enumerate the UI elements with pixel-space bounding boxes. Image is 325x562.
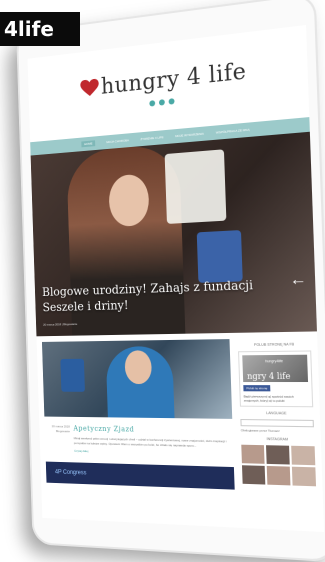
facebook-widget: hungry4life ngry 4 life Polub tę stronę … bbox=[238, 350, 313, 407]
instagram-photo[interactable] bbox=[241, 445, 264, 464]
translate-note: Obsługiwane przez Tłumacz bbox=[241, 428, 314, 433]
nav-item-wspolpraca[interactable]: WSPÓŁPRACA ZE MNĄ bbox=[216, 128, 250, 135]
congress-banner[interactable]: 4P Congress bbox=[46, 462, 235, 490]
instagram-photo[interactable] bbox=[267, 466, 291, 485]
post-photo-pump bbox=[60, 359, 85, 392]
fb-friends-text: Bądź pierwszym(-ą) spośród swoich znajom… bbox=[244, 394, 309, 403]
tablet-mockup: hungry 4 life HOME MOJA CHOROBA ŻYWIENIE… bbox=[16, 0, 325, 562]
heart-icon bbox=[81, 78, 100, 97]
fb-widget-title: POLUB STRONĘ NA FB bbox=[238, 342, 311, 347]
hero-photo-pump bbox=[197, 230, 243, 283]
fb-page-name[interactable]: hungry4life bbox=[265, 359, 283, 363]
instagram-widget-title: INSTAGRAM bbox=[241, 436, 314, 442]
hero-slider[interactable]: Blogowe urodziny! Zahajs z fundacji Sesz… bbox=[31, 132, 317, 337]
nav-item-zywienie[interactable]: ŻYWIENIE 4 LIFE bbox=[140, 135, 163, 141]
hero-meta: 20 marca 2018 | Blogowanie bbox=[43, 322, 77, 327]
post-category[interactable]: Blogowanie bbox=[45, 429, 70, 434]
website-screen: hungry 4 life HOME MOJA CHOROBA ŻYWIENIE… bbox=[27, 25, 324, 532]
post-photo-face bbox=[124, 350, 152, 384]
fb-like-button[interactable]: Polub tę stronę bbox=[243, 385, 270, 391]
nav-item-moja-choroba[interactable]: MOJA CHOROBA bbox=[106, 138, 129, 144]
corner-brand-tag: 4life bbox=[0, 12, 80, 46]
facebook-icon[interactable] bbox=[149, 100, 155, 107]
read-more-link[interactable]: Czytaj dalej bbox=[74, 449, 233, 457]
instagram-photo[interactable] bbox=[266, 445, 290, 464]
post-date-block: 20 marca 2018 Blogowanie bbox=[45, 424, 71, 452]
content-area: 20 marca 2018 Blogowanie Apetyczny Zjazd… bbox=[36, 331, 322, 492]
sidebar: POLUB STRONĘ NA FB hungry4life ngry 4 li… bbox=[238, 338, 317, 493]
instagram-photo[interactable] bbox=[292, 467, 316, 487]
nav-item-home[interactable]: HOME bbox=[81, 140, 95, 147]
language-select[interactable] bbox=[240, 419, 314, 427]
main-column: 20 marca 2018 Blogowanie Apetyczny Zjazd… bbox=[42, 339, 235, 490]
post-title[interactable]: Apetyczny Zjazd bbox=[73, 425, 233, 436]
post-excerpt: Minął weekend pełen emocji i ekscytujący… bbox=[74, 436, 234, 449]
social-links bbox=[149, 98, 174, 106]
fb-cover-image[interactable]: hungry4life ngry 4 life bbox=[242, 355, 308, 382]
site-logo[interactable]: hungry 4 life bbox=[80, 58, 246, 101]
nav-item-wydarzenia[interactable]: MOJE WYDARZENIA bbox=[175, 132, 204, 139]
language-widget-title: LANGUAGE bbox=[240, 411, 313, 416]
instagram-icon[interactable] bbox=[159, 99, 165, 106]
instagram-photo[interactable] bbox=[242, 465, 265, 484]
email-icon[interactable] bbox=[169, 98, 175, 105]
instagram-grid bbox=[241, 445, 316, 487]
hero-photo-iv-bag bbox=[165, 149, 227, 224]
fb-cover-text: ngry 4 life bbox=[247, 372, 291, 381]
post-row: 20 marca 2018 Blogowanie Apetyczny Zjazd… bbox=[45, 424, 234, 457]
post-thumbnail[interactable] bbox=[42, 339, 232, 419]
arrow-left-icon[interactable]: ← bbox=[289, 271, 307, 290]
post-body: Apetyczny Zjazd Minął weekend pełen emoc… bbox=[73, 425, 233, 457]
instagram-photo[interactable] bbox=[291, 446, 315, 465]
site-logo-text: hungry 4 life bbox=[101, 58, 247, 99]
